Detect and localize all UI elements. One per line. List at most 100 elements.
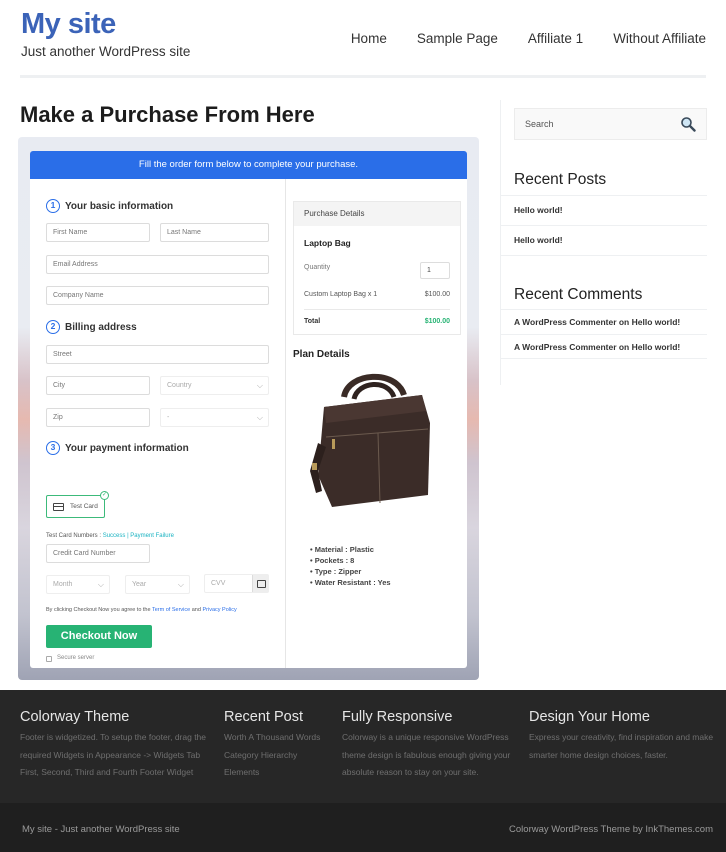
form-right-column: Purchase Details Laptop Bag Quantity 1 C…: [286, 179, 467, 668]
and-text: and: [191, 607, 201, 613]
recent-post-link[interactable]: Hello world!: [501, 195, 707, 225]
site-header: My site Just another WordPress site Home…: [0, 0, 726, 80]
feature-item: Pockets : 8: [310, 555, 391, 566]
search-placeholder: Search: [525, 119, 554, 129]
step-title: Your basic information: [65, 200, 174, 212]
city-input[interactable]: City: [46, 376, 150, 395]
lock-icon: [46, 656, 52, 662]
form-left-column: 1 Your basic information First Name Last…: [30, 179, 286, 668]
month-select[interactable]: Month ⌵: [46, 575, 110, 594]
sidebar: Search Recent Posts Hello world! Hello w…: [500, 100, 707, 385]
first-name-input[interactable]: First Name: [46, 223, 150, 242]
footer-post-link[interactable]: Elements: [224, 764, 320, 782]
last-name-input[interactable]: Last Name: [160, 223, 269, 242]
step-number: 1: [46, 199, 60, 213]
footer-col-title: Recent Post: [224, 709, 303, 725]
step-number: 2: [46, 320, 60, 334]
test-card-option[interactable]: Test Card ✓: [46, 491, 109, 518]
footer-col-design-home: Design Your Home Express your creativity…: [529, 709, 713, 764]
credit-card-icon: [53, 502, 64, 511]
total-row: Total $100.00: [304, 318, 450, 325]
footer-col-recent-post: Recent Post Worth A Thousand Words Categ…: [224, 709, 320, 782]
laptop-bag-image: [310, 373, 430, 507]
payment-failure-link[interactable]: Payment Failure: [130, 533, 174, 539]
footer-post-link[interactable]: Category Hierarchy: [224, 747, 320, 765]
card-icon: [252, 575, 268, 592]
site-tagline: Just another WordPress site: [21, 44, 191, 59]
checkout-frame: Fill the order form below to complete yo…: [18, 137, 479, 680]
step-title: Your payment information: [65, 442, 189, 454]
quantity-input[interactable]: 1: [420, 262, 450, 279]
nav-home[interactable]: Home: [351, 31, 387, 46]
total-value: $100.00: [424, 318, 450, 325]
line-item-label: Custom Laptop Bag x 1: [304, 291, 378, 298]
search-input[interactable]: Search: [514, 108, 707, 140]
theme-credit[interactable]: Colorway WordPress Theme by InkThemes.co…: [509, 824, 713, 835]
site-title[interactable]: My site: [21, 8, 116, 41]
test-numbers-label: Test Card Numbers :: [46, 533, 102, 539]
country-select[interactable]: Country ⌵: [160, 376, 269, 395]
step-basic-info: 1 Your basic information: [46, 199, 173, 213]
chevron-down-icon: ⌵: [256, 381, 263, 390]
chevron-down-icon: ⌵: [97, 580, 104, 589]
chevron-down-icon: ⌵: [256, 413, 263, 422]
state-value: -: [167, 414, 170, 421]
nav-sample-page[interactable]: Sample Page: [417, 31, 498, 46]
success-link[interactable]: Success: [103, 533, 126, 539]
footer-col-colorway: Colorway Theme Footer is widgetized. To …: [20, 709, 206, 782]
cvv-input[interactable]: CVV: [204, 574, 269, 593]
copyright-text[interactable]: My site - Just another WordPress site: [22, 824, 180, 835]
footer-line: Footer is widgetized. To setup the foote…: [20, 732, 207, 742]
footer-line: First, Second, Third and Fourth Footer W…: [20, 767, 194, 777]
terms-notice: By clicking Checkout Now you agree to th…: [46, 607, 237, 613]
plan-features: Material : Plastic Pockets : 8 Type : Zi…: [310, 544, 391, 588]
privacy-link[interactable]: Privacy Policy: [202, 607, 236, 613]
checkout-button[interactable]: Checkout Now: [46, 625, 152, 648]
nav-affiliate-1[interactable]: Affiliate 1: [528, 31, 583, 46]
zip-input[interactable]: Zip: [46, 408, 150, 427]
main-nav: Home Sample Page Affiliate 1 Without Aff…: [351, 31, 706, 46]
feature-item: Type : Zipper: [310, 566, 391, 577]
footer-widgets: Colorway Theme Footer is widgetized. To …: [0, 690, 726, 803]
recent-comment-link[interactable]: A WordPress Commenter on Hello world!: [501, 334, 707, 359]
recent-post-link[interactable]: Hello world!: [501, 225, 707, 255]
line-item: Custom Laptop Bag x 1 $100.00: [304, 291, 450, 298]
divider: [501, 255, 707, 256]
header-divider: [20, 75, 706, 78]
feature-item: Water Resistant : Yes: [310, 577, 391, 588]
footer-col-responsive: Fully Responsive Colorway is a unique re…: [342, 709, 510, 782]
year-select[interactable]: Year ⌵: [125, 575, 190, 594]
company-input[interactable]: Company Name: [46, 286, 269, 305]
street-input[interactable]: Street: [46, 345, 269, 364]
recent-comments-title: Recent Comments: [514, 286, 643, 303]
cvv-placeholder: CVV: [211, 580, 226, 587]
footer-col-title: Fully Responsive: [342, 709, 453, 725]
card-number-input[interactable]: Credit Card Number: [46, 544, 150, 563]
purchase-details: Purchase Details Laptop Bag Quantity 1 C…: [293, 201, 461, 335]
email-input[interactable]: Email Address: [46, 255, 269, 274]
country-value: Country: [167, 382, 192, 389]
test-card-numbers: Test Card Numbers : Success | Payment Fa…: [46, 533, 174, 539]
feature-item: Material : Plastic: [310, 544, 391, 555]
footer-line: smarter home design choices, faster.: [529, 749, 668, 760]
search-icon[interactable]: [680, 116, 696, 132]
state-select[interactable]: - ⌵: [160, 408, 269, 427]
footer-line: theme design is fabulous enough giving y…: [342, 749, 511, 760]
footer-line: absolute reason to stay on your site.: [342, 767, 479, 777]
recent-comment-link[interactable]: A WordPress Commenter on Hello world!: [501, 309, 707, 334]
nav-without-affiliate[interactable]: Without Affiliate: [613, 31, 706, 46]
month-value: Month: [53, 581, 73, 588]
check-icon: ✓: [100, 491, 109, 500]
year-value: Year: [132, 581, 147, 588]
footer-line: Colorway is a unique responsive WordPres…: [342, 732, 509, 742]
step-payment: 3 Your payment information: [46, 441, 189, 455]
line-item-price: $100.00: [424, 291, 450, 298]
agree-text: By clicking Checkout Now you agree to th…: [46, 607, 151, 613]
footer-line: required Widgets in Appearance -> Widget…: [20, 749, 201, 760]
footer-post-link[interactable]: Worth A Thousand Words: [224, 729, 320, 747]
step-number: 3: [46, 441, 60, 455]
footer-line: Express your creativity, find inspiratio…: [529, 732, 714, 742]
terms-link[interactable]: Term of Service: [152, 607, 190, 613]
secure-server-text: Secure server: [57, 655, 95, 661]
chevron-down-icon: ⌵: [177, 580, 184, 589]
